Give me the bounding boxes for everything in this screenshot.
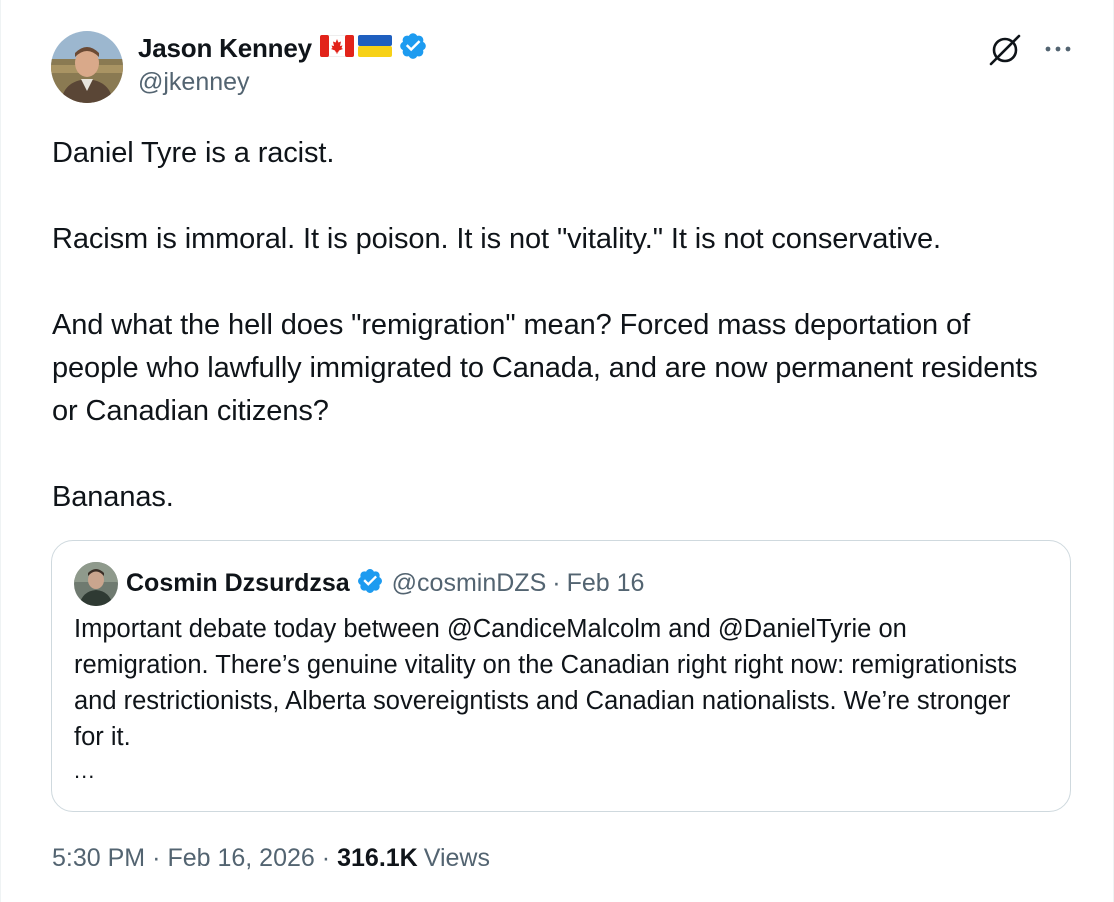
verified-badge-icon[interactable] bbox=[356, 567, 384, 600]
author-avatar[interactable] bbox=[51, 31, 123, 103]
separator-dot: · bbox=[552, 568, 561, 597]
verified-badge-icon[interactable] bbox=[398, 31, 428, 66]
ukraine-flag-icon bbox=[357, 34, 392, 62]
quoted-author-avatar[interactable] bbox=[74, 562, 118, 606]
canada-flag-icon bbox=[319, 34, 355, 62]
author-name[interactable]: Jason Kenney bbox=[138, 33, 312, 64]
quoted-tweet-header: Cosmin Dzsurdzsa @cosminDZS · Feb 16 bbox=[126, 565, 644, 601]
author-name-row: Jason Kenney bbox=[138, 30, 428, 66]
author-handle[interactable]: @jkenney bbox=[138, 68, 250, 97]
quoted-tweet-card[interactable]: Cosmin Dzsurdzsa @cosminDZS · Feb 16 Imp… bbox=[51, 540, 1071, 812]
quoted-author-handle[interactable]: @cosminDZS bbox=[392, 569, 547, 598]
tweet-time[interactable]: 5:30 PM bbox=[52, 844, 145, 873]
grok-icon[interactable] bbox=[987, 32, 1023, 68]
quoted-author-name[interactable]: Cosmin Dzsurdzsa bbox=[126, 569, 350, 598]
tweet-metadata: 5:30 PM · Feb 16, 2026 · 316.1K Views bbox=[52, 844, 490, 873]
more-icon[interactable] bbox=[1041, 36, 1075, 62]
tweet-paragraph: Daniel Tyre is a racist. bbox=[52, 137, 335, 169]
quoted-tweet-date[interactable]: Feb 16 bbox=[567, 569, 645, 598]
quoted-tweet-truncation: ... bbox=[74, 758, 96, 783]
tweet-date[interactable]: Feb 16, 2026 bbox=[167, 844, 314, 873]
tweet-container: Jason Kenney @jkenney Daniel Tyre is a r… bbox=[0, 0, 1114, 902]
quoted-tweet-text: Important debate today between @CandiceM… bbox=[74, 615, 1018, 751]
tweet-paragraph: And what the hell does "remigration" mea… bbox=[52, 309, 1038, 427]
separator-dot: · bbox=[152, 844, 161, 872]
views-label: Views bbox=[423, 844, 490, 872]
tweet-paragraph: Bananas. bbox=[52, 481, 174, 513]
tweet-paragraph: Racism is immoral. It is poison. It is n… bbox=[52, 223, 941, 255]
tweet-body: Daniel Tyre is a racist. Racism is immor… bbox=[52, 132, 1082, 519]
views-count[interactable]: 316.1K bbox=[337, 844, 418, 873]
separator-dot: · bbox=[321, 844, 331, 872]
